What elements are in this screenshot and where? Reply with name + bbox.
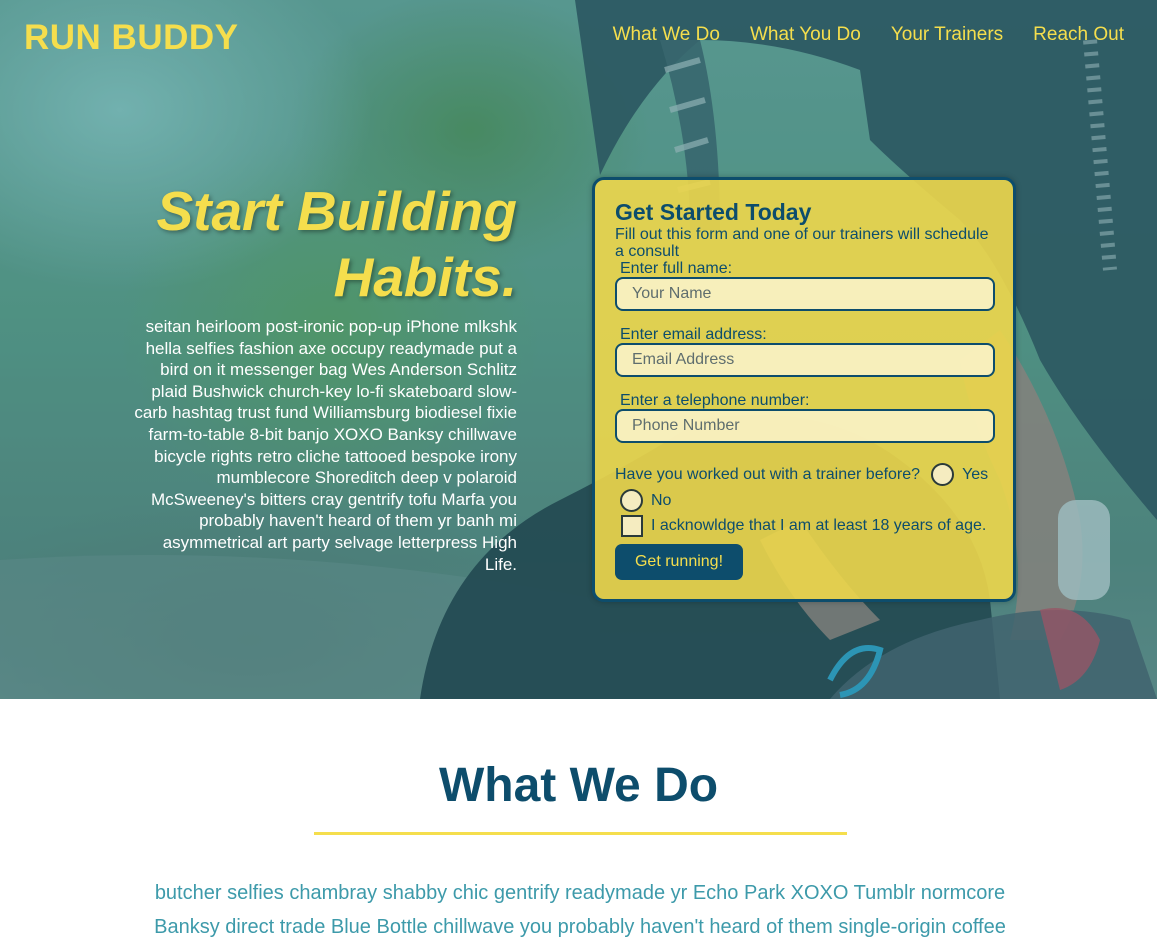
no-radio[interactable] [620, 489, 643, 512]
hero-text: Start Building Habits. seitan heirloom p… [130, 178, 517, 575]
form-subtitle: Fill out this form and one of our traine… [615, 226, 989, 260]
age-checkbox[interactable] [621, 515, 643, 537]
email-label: Enter email address: [620, 326, 767, 343]
hero-body: seitan heirloom post-ironic pop-up iPhon… [134, 317, 517, 574]
what-we-do-title: What We Do [438, 759, 719, 812]
nav-your-trainers[interactable]: Your Trainers [891, 24, 1003, 46]
hero-title-line2: Habits. [333, 246, 517, 308]
acknowledge-label: I acknowldge that I am at least 18 years… [651, 517, 987, 534]
trainer-question: Have you worked out with a trainer befor… [615, 465, 921, 483]
no-row: No [620, 489, 993, 512]
form-title: Get Started Today [615, 199, 812, 225]
main-nav: What We Do What You Do Your Trainers Rea… [613, 24, 1124, 46]
yes-label: Yes [962, 465, 989, 483]
nav-what-we-do[interactable]: What We Do [613, 24, 720, 46]
yes-radio[interactable] [931, 463, 955, 486]
signup-form: Get Started Today Fill out this form and… [592, 177, 1016, 602]
email-input[interactable] [615, 343, 995, 377]
what-we-do-body: butcher selfies chambray shabby chic gen… [154, 882, 1006, 938]
hero-section: RUN BUDDY What We Do What You Do Your Tr… [0, 0, 1157, 699]
name-input[interactable] [615, 277, 995, 311]
nav-what-you-do[interactable]: What You Do [750, 24, 861, 46]
acknowledge-row: I acknowldge that I am at least 18 years… [621, 515, 993, 537]
hero-title: Start Building Habits. [130, 178, 517, 310]
logo[interactable]: RUN BUDDY [24, 18, 239, 58]
get-running-button[interactable]: Get running! [615, 544, 743, 580]
phone-input[interactable] [615, 409, 995, 443]
trainer-question-row: Have you worked out with a trainer befor… [615, 463, 993, 486]
hero-title-line1: Start Building [156, 180, 517, 242]
no-label: No [651, 491, 672, 509]
nav-reach-out[interactable]: Reach Out [1033, 24, 1124, 46]
phone-label: Enter a telephone number: [620, 392, 810, 409]
section-divider [314, 832, 847, 835]
name-label: Enter full name: [620, 260, 733, 277]
